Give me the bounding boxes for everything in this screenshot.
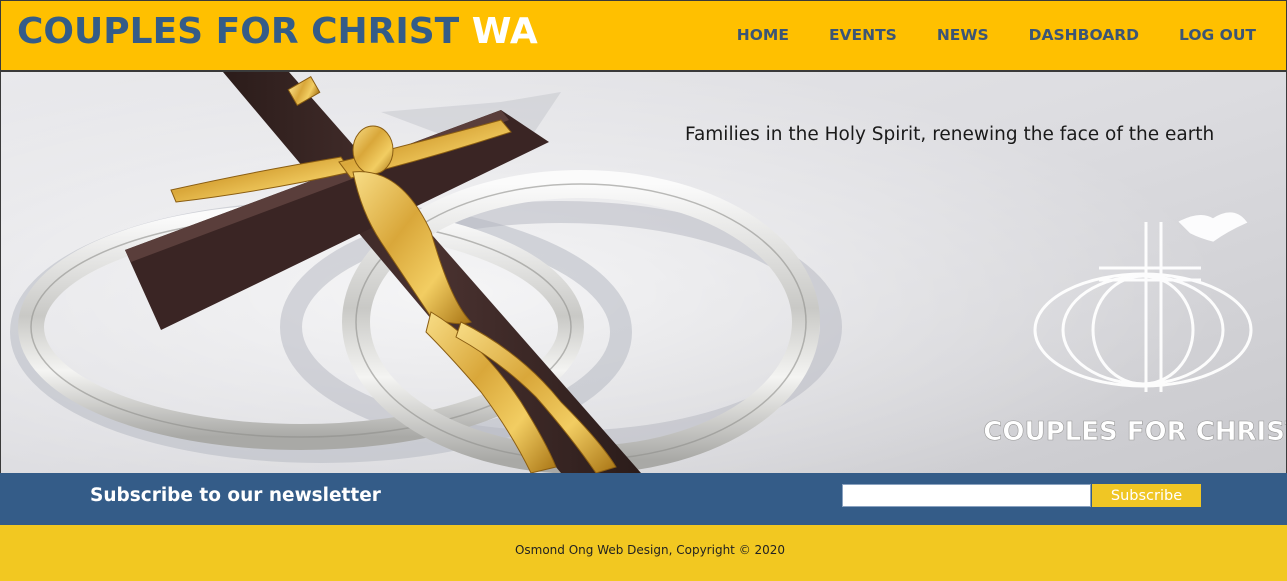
newsletter-email-input[interactable] [842,484,1091,507]
newsletter-title: Subscribe to our newsletter [90,485,381,506]
hero-banner: COUPLES FOR CHRIST Families in the Holy … [0,72,1287,473]
subscribe-button[interactable]: Subscribe [1092,484,1201,507]
logo-text: COUPLES FOR CHRIST [983,417,1287,447]
hero-tagline: Families in the Holy Spirit, renewing th… [685,124,1215,145]
copyright-text: Osmond Ong Web Design, Copyright © 2020 [514,543,786,557]
newsletter-bar: Subscribe to our newsletter Subscribe [0,473,1287,525]
main-nav: HOME EVENTS NEWS DASHBOARD LOG OUT [697,26,1256,44]
site-brand[interactable]: COUPLES FOR CHRIST WA [17,11,538,52]
brand-suffix-text: WA [471,11,538,52]
nav-home-link[interactable]: HOME [737,26,789,44]
site-header: COUPLES FOR CHRIST WA HOME EVENTS NEWS D… [0,0,1287,72]
nav-logout-link[interactable]: LOG OUT [1179,26,1256,44]
nav-news-link[interactable]: NEWS [937,26,989,44]
site-footer: Osmond Ong Web Design, Copyright © 2020 [0,525,1287,581]
brand-main-text: COUPLES FOR CHRIST [17,11,460,52]
nav-events-link[interactable]: EVENTS [829,26,897,44]
nav-dashboard-link[interactable]: DASHBOARD [1029,26,1139,44]
